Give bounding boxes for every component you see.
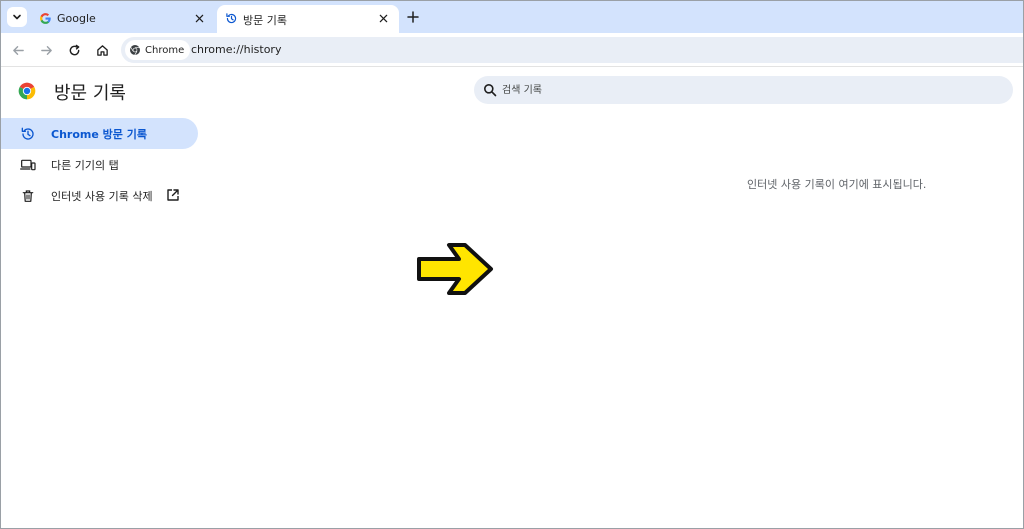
history-search-box[interactable] [474, 76, 1013, 104]
yellow-arrow-annotation-icon [417, 243, 493, 295]
search-icon [484, 84, 497, 97]
tab-close-button[interactable] [375, 10, 391, 26]
sidebar-item-label: 다른 기기의 탭 [51, 159, 119, 172]
toolbar: Chrome chrome://history [1, 33, 1023, 67]
address-bar[interactable]: Chrome chrome://history [121, 37, 1023, 63]
reload-button[interactable] [65, 41, 83, 59]
browser-window: Google 방문 기록 Chrome chrome://history 방문 … [0, 0, 1024, 529]
tab-history[interactable]: 방문 기록 [217, 5, 399, 33]
chevron-down-icon [13, 14, 21, 20]
home-button[interactable] [93, 41, 111, 59]
devices-icon [20, 159, 36, 171]
arrow-right-icon [40, 45, 52, 55]
open-in-new-icon [167, 189, 179, 201]
close-icon [195, 14, 203, 22]
tab-google[interactable]: Google [31, 5, 215, 33]
back-button[interactable] [9, 41, 27, 59]
search-input[interactable] [502, 80, 992, 100]
tab-strip: Google 방문 기록 [1, 1, 1023, 33]
sidebar-item-other-devices[interactable]: 다른 기기의 탭 [1, 149, 198, 180]
tab-title: Google [57, 12, 96, 25]
history-icon [21, 127, 34, 140]
plus-icon [407, 11, 419, 23]
home-icon [96, 44, 108, 56]
sidebar-item-chrome-history[interactable]: Chrome 방문 기록 [1, 118, 198, 149]
sidebar-item-label: 인터넷 사용 기록 삭제 [51, 190, 153, 203]
history-icon [226, 13, 237, 24]
close-icon [379, 14, 387, 22]
tab-close-button[interactable] [191, 10, 207, 26]
arrow-left-icon [12, 45, 24, 55]
chrome-logo-icon [18, 82, 36, 100]
tab-title: 방문 기록 [243, 14, 287, 27]
site-info-chip[interactable]: Chrome [125, 40, 191, 60]
empty-history-message: 인터넷 사용 기록이 여기에 표시됩니다. [747, 178, 927, 191]
chrome-logo-icon [130, 45, 140, 56]
sidebar-item-label: Chrome 방문 기록 [51, 128, 147, 141]
forward-button[interactable] [37, 41, 55, 59]
reload-icon [69, 44, 79, 55]
tab-search-button[interactable] [7, 7, 27, 27]
new-tab-button[interactable] [404, 8, 422, 26]
sidebar-item-clear-browsing-data[interactable]: 인터넷 사용 기록 삭제 [1, 180, 198, 211]
chip-label: Chrome [145, 44, 185, 56]
url-text: chrome://history [191, 43, 282, 56]
google-icon [40, 13, 51, 24]
trash-icon [22, 190, 34, 202]
page-title: 방문 기록 [54, 83, 126, 104]
